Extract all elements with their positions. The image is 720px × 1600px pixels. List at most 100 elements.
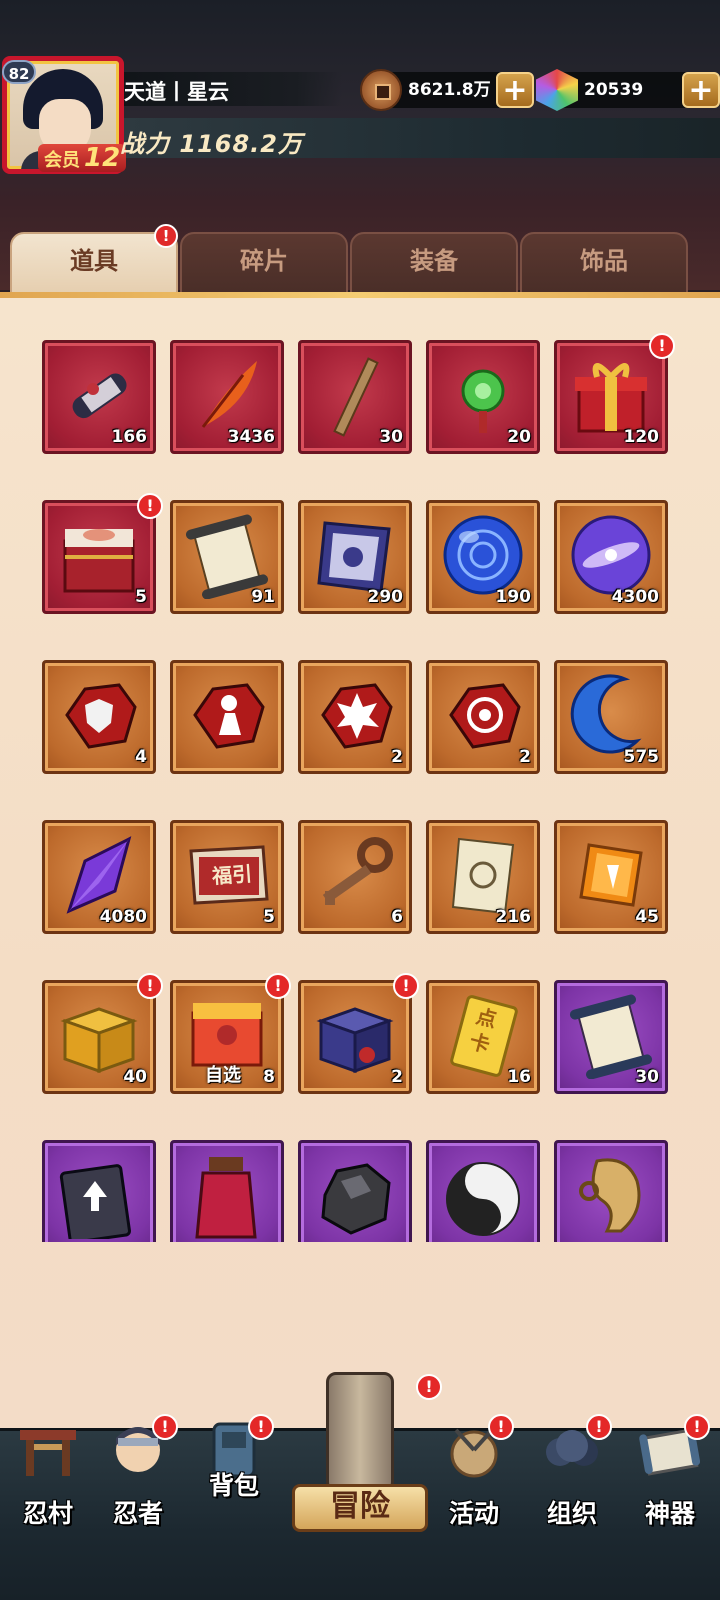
fortune-banner-text: 福引 (211, 861, 253, 889)
inventory-slot[interactable]: 6 (298, 820, 412, 934)
item-count: 3436 (227, 427, 275, 447)
coin-counter: 8621.8万 + (360, 69, 534, 111)
inventory-slot[interactable]: 575 (554, 660, 668, 774)
nav-alert-badge: ! (488, 1414, 514, 1440)
nav-backpack[interactable]: ! 背包 (188, 1414, 280, 1530)
vip-badge[interactable]: 会员 12 (38, 144, 127, 172)
inventory-slot[interactable]: 福引 5 (170, 820, 284, 934)
nav-activities[interactable]: ! 活动 (428, 1414, 520, 1530)
nav-label: 忍者 (112, 1499, 163, 1528)
item-count: 5 (135, 587, 147, 607)
item-sublabel: 自选 (205, 1065, 241, 1086)
inventory-slot[interactable] (426, 1140, 540, 1242)
add-gems-button[interactable]: + (682, 72, 720, 108)
nav-label: 组织 (546, 1499, 597, 1528)
vip-label: 会员 (44, 150, 80, 171)
add-coins-button[interactable]: + (496, 72, 534, 108)
item-count: 91 (251, 587, 275, 607)
inventory-slot[interactable]: 30 (298, 340, 412, 454)
item-count: 30 (635, 1067, 659, 1087)
inventory-slot[interactable]: 自选 8! (170, 973, 291, 1094)
book-icon (59, 1164, 131, 1239)
item-count: 16 (507, 1067, 531, 1087)
inventory-slot[interactable]: 190 (426, 500, 540, 614)
stick-icon (333, 357, 379, 437)
inventory-slot[interactable]: 点卡 16 (426, 980, 540, 1094)
inventory-slot[interactable]: 30 (554, 980, 668, 1094)
inventory-slot[interactable]: 166 (42, 340, 156, 454)
inventory-slot[interactable] (170, 660, 284, 774)
nav-alert-badge: ! (416, 1374, 442, 1400)
inventory-slot[interactable]: 4300 (554, 500, 668, 614)
nav-label: 忍村 (22, 1499, 73, 1528)
inventory-slot[interactable]: 2 (426, 660, 540, 774)
inventory-slot[interactable]: 40! (42, 973, 163, 1094)
blue-orb-icon (443, 515, 523, 595)
item-count: 120 (623, 427, 660, 447)
inventory-slot[interactable]: 5! (42, 493, 163, 614)
tab-items[interactable]: 道具 (10, 232, 178, 294)
gift-box-icon (575, 363, 647, 433)
inventory-grid[interactable]: 166 3436 30 20 120! 5! 91 290 190 4300 4 2 2 575 4080 福… (0, 298, 720, 1242)
inventory-slot[interactable] (554, 1140, 668, 1242)
purple-orb-icon (571, 515, 651, 595)
treasure-chest-icon (63, 529, 135, 593)
target-stone-icon (449, 683, 521, 749)
inventory-slot[interactable]: 3436 (170, 340, 284, 454)
inventory-slot[interactable]: 216 (426, 820, 540, 934)
paper-scroll-icon (185, 514, 269, 599)
nav-alert-badge: ! (586, 1414, 612, 1440)
item-count: 4080 (99, 907, 147, 927)
item-count: 575 (623, 747, 660, 767)
inventory-slot[interactable]: 290 (298, 500, 412, 614)
nav-adventure[interactable]: ! 冒险 (292, 1372, 442, 1532)
item-count: 2 (391, 747, 403, 767)
inventory-slot[interactable]: 4 (42, 660, 156, 774)
item-count: 190 (495, 587, 532, 607)
nav-alert-badge: ! (684, 1414, 710, 1440)
gem-amount: 20539 (584, 80, 644, 100)
tab-accessories[interactable]: 饰品 (520, 232, 688, 294)
item-alert-badge: ! (137, 493, 163, 519)
item-count: 166 (111, 427, 148, 447)
inventory-slot[interactable]: 2 (298, 660, 412, 774)
figure-stone-icon (193, 683, 265, 749)
nav-artifacts[interactable]: ! 神器 (624, 1414, 716, 1530)
item-alert-badge: ! (649, 333, 675, 359)
talisman-icon (451, 837, 515, 915)
nav-label: 活动 (448, 1499, 499, 1528)
inventory-slot[interactable]: 2! (298, 973, 419, 1094)
gold-ornament-icon (579, 1158, 641, 1233)
nav-organization[interactable]: ! 组织 (526, 1414, 618, 1530)
item-count: 5 (263, 907, 275, 927)
gem-counter: 20539 + (536, 69, 720, 111)
item-alert-badge: ! (393, 973, 419, 999)
item-count: 6 (391, 907, 403, 927)
inventory-slot[interactable]: 91 (170, 500, 284, 614)
nav-ninja-village[interactable]: 忍村 (2, 1420, 94, 1530)
inventory-slot[interactable] (42, 1140, 156, 1242)
inventory-slot[interactable] (298, 1140, 412, 1242)
feather-icon (201, 361, 257, 428)
copper-coin-icon (360, 69, 402, 111)
tab-equipment[interactable]: 装备 (350, 232, 518, 294)
item-count: 2 (391, 1067, 403, 1087)
shield-stone-icon (65, 683, 137, 749)
inventory-slot[interactable]: 4080 (42, 820, 156, 934)
inventory-slot[interactable]: 20 (426, 340, 540, 454)
nav-ninjas[interactable]: ! 忍者 (92, 1414, 184, 1530)
item-count: 40 (123, 1067, 147, 1087)
nav-label: 神器 (644, 1499, 695, 1528)
nav-alert-badge: ! (152, 1414, 178, 1440)
burst-stone-icon (321, 683, 393, 749)
coin-amount: 8621.8万 (408, 80, 491, 100)
inventory-slot[interactable] (170, 1140, 284, 1242)
jade-pendant-icon (461, 369, 505, 433)
nav-alert-badge: ! (248, 1414, 274, 1440)
item-alert-badge: ! (137, 973, 163, 999)
inventory-slot[interactable]: 120! (554, 333, 675, 454)
inventory-slot[interactable]: 45 (554, 820, 668, 934)
player-name: 天道丨星云 (124, 80, 229, 104)
tab-fragments[interactable]: 碎片 (180, 232, 348, 294)
tab-items-alert-badge: ! (154, 224, 178, 248)
